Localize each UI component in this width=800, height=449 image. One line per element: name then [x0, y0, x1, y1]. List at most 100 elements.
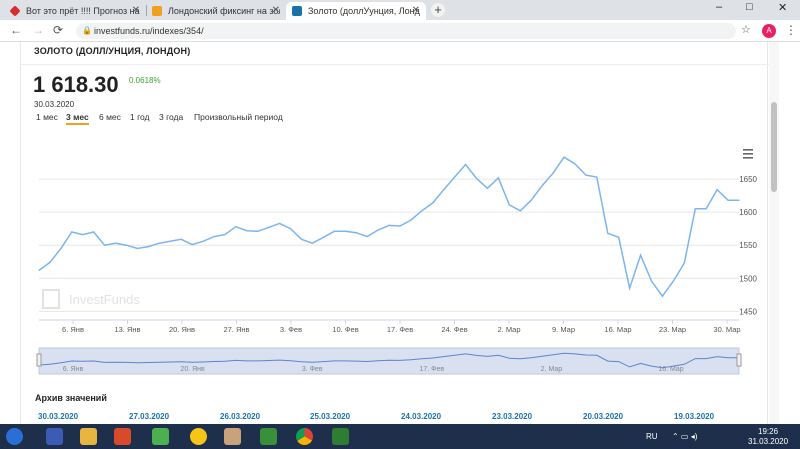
y-tick-label: 1650	[739, 175, 757, 184]
close-tab-icon[interactable]: ✕	[132, 5, 140, 16]
security-app-icon[interactable]	[260, 428, 277, 445]
close-tab-icon[interactable]: ✕	[272, 5, 280, 16]
x-tick-label: 24. Фев	[441, 325, 467, 334]
data-point	[104, 244, 106, 246]
data-point	[432, 202, 434, 204]
period-3-months[interactable]: 3 мес	[66, 112, 89, 125]
reload-icon[interactable]: ⟳	[53, 23, 63, 37]
save-app-icon[interactable]	[46, 428, 63, 445]
tray-icons[interactable]: ⌃ ▭ ◂)	[672, 432, 697, 441]
x-tick-label: 9. Мар	[552, 325, 575, 334]
data-point	[410, 219, 412, 221]
data-point	[738, 199, 740, 201]
period-1-month[interactable]: 1 мес	[36, 112, 58, 122]
data-point	[399, 225, 401, 227]
x-tick-label: 23. Мар	[659, 325, 686, 334]
data-point	[60, 247, 62, 250]
navigator-right-handle	[736, 353, 742, 367]
data-point	[585, 174, 587, 176]
paint-app-icon[interactable]	[224, 428, 241, 445]
data-point	[661, 295, 664, 297]
phone-app-icon[interactable]	[152, 428, 169, 445]
media-app-icon[interactable]	[190, 428, 207, 445]
data-point	[716, 189, 718, 191]
x-tick-label: 13. Янв	[114, 325, 140, 334]
x-tick-label: 17. Фев	[387, 325, 413, 334]
archive-date[interactable]: 24.03.2020	[401, 412, 441, 421]
archive-date[interactable]: 19.03.2020	[674, 412, 714, 421]
browser-tab-2[interactable]: Лондонский фиксинг на золото ✕	[146, 2, 286, 20]
data-point	[618, 236, 620, 238]
profile-avatar[interactable]: A	[762, 24, 776, 38]
data-point	[497, 177, 499, 179]
period-1-year[interactable]: 1 год	[130, 112, 150, 122]
x-tick-label: 3. Фев	[280, 325, 302, 334]
data-point	[213, 236, 215, 238]
data-point	[279, 222, 281, 224]
archive-date[interactable]: 26.03.2020	[220, 412, 260, 421]
system-clock[interactable]: 19:26 31.03.2020	[748, 427, 788, 447]
archive-date[interactable]: 27.03.2020	[129, 412, 169, 421]
tab-title: Вот это прёт !!!! Прогноз на ск	[26, 6, 140, 16]
archive-date[interactable]: 30.03.2020	[38, 412, 78, 421]
data-point	[541, 185, 543, 187]
menu-dots-icon[interactable]: ⋮	[785, 23, 797, 37]
data-point	[289, 228, 292, 230]
data-point	[694, 208, 696, 210]
close-window-button[interactable]: ✕	[778, 1, 787, 14]
archive-date[interactable]: 20.03.2020	[583, 412, 623, 421]
data-point	[125, 244, 128, 246]
series-line	[38, 156, 739, 298]
url-field[interactable]: 🔒 investfunds.ru/indexes/354/	[76, 23, 736, 39]
language-indicator[interactable]: RU	[646, 432, 658, 441]
data-point	[333, 230, 335, 232]
data-point	[607, 232, 609, 234]
browser-tab-1[interactable]: Вот это прёт !!!! Прогноз на ск ✕	[4, 2, 146, 20]
close-tab-icon[interactable]: ✕	[412, 5, 420, 16]
forward-arrow-icon[interactable]: →	[32, 23, 44, 37]
data-point	[377, 229, 379, 231]
bookmark-star-icon[interactable]: ☆	[741, 23, 751, 36]
address-bar-row: ← → ⟳ 🔒 investfunds.ru/indexes/354/ ☆ A …	[0, 20, 800, 42]
archive-date[interactable]: 25.03.2020	[310, 412, 350, 421]
data-point	[421, 210, 423, 212]
eye-app-icon[interactable]	[114, 428, 131, 445]
data-point	[508, 204, 510, 206]
chart-menu-icon	[743, 149, 753, 151]
network-app-icon[interactable]	[332, 428, 349, 445]
data-point	[147, 245, 149, 248]
chrome-icon[interactable]	[296, 428, 313, 445]
data-point	[629, 287, 631, 289]
maximize-button[interactable]: □	[746, 1, 753, 13]
folder-icon[interactable]	[80, 428, 97, 445]
archive-date[interactable]: 23.03.2020	[492, 412, 532, 421]
data-point	[443, 189, 445, 191]
tab-favicon-icon	[292, 6, 302, 16]
data-point	[552, 172, 554, 174]
data-point	[454, 176, 456, 178]
period-6-months[interactable]: 6 мес	[99, 112, 121, 122]
start-button[interactable]	[6, 428, 23, 445]
data-point	[322, 236, 324, 238]
chart-menu-icon	[743, 157, 753, 159]
x-tick-label: 20. Янв	[169, 325, 195, 334]
back-arrow-icon[interactable]: ←	[10, 23, 22, 37]
divider	[21, 64, 769, 65]
period-3-years[interactable]: 3 года	[159, 112, 183, 122]
x-tick-label: 6. Янв	[62, 325, 84, 334]
data-point	[563, 156, 565, 158]
data-point	[235, 226, 237, 228]
data-point	[574, 163, 576, 165]
data-point	[180, 238, 182, 240]
period-custom[interactable]: Произвольный период	[194, 112, 283, 122]
data-point	[311, 242, 314, 244]
scrollbar-thumb[interactable]	[771, 102, 777, 192]
navigator-label: 6. Янв	[63, 366, 84, 373]
new-tab-button[interactable]: +	[431, 3, 445, 17]
browser-tab-active[interactable]: Золото (доллУунция, Лондон) г ✕	[286, 2, 426, 20]
x-tick-label: 30. Мар	[713, 325, 740, 334]
minimize-button[interactable]: –	[716, 1, 722, 13]
data-point	[639, 254, 642, 256]
page-scrollbar[interactable]	[769, 42, 779, 424]
data-point	[366, 236, 368, 238]
